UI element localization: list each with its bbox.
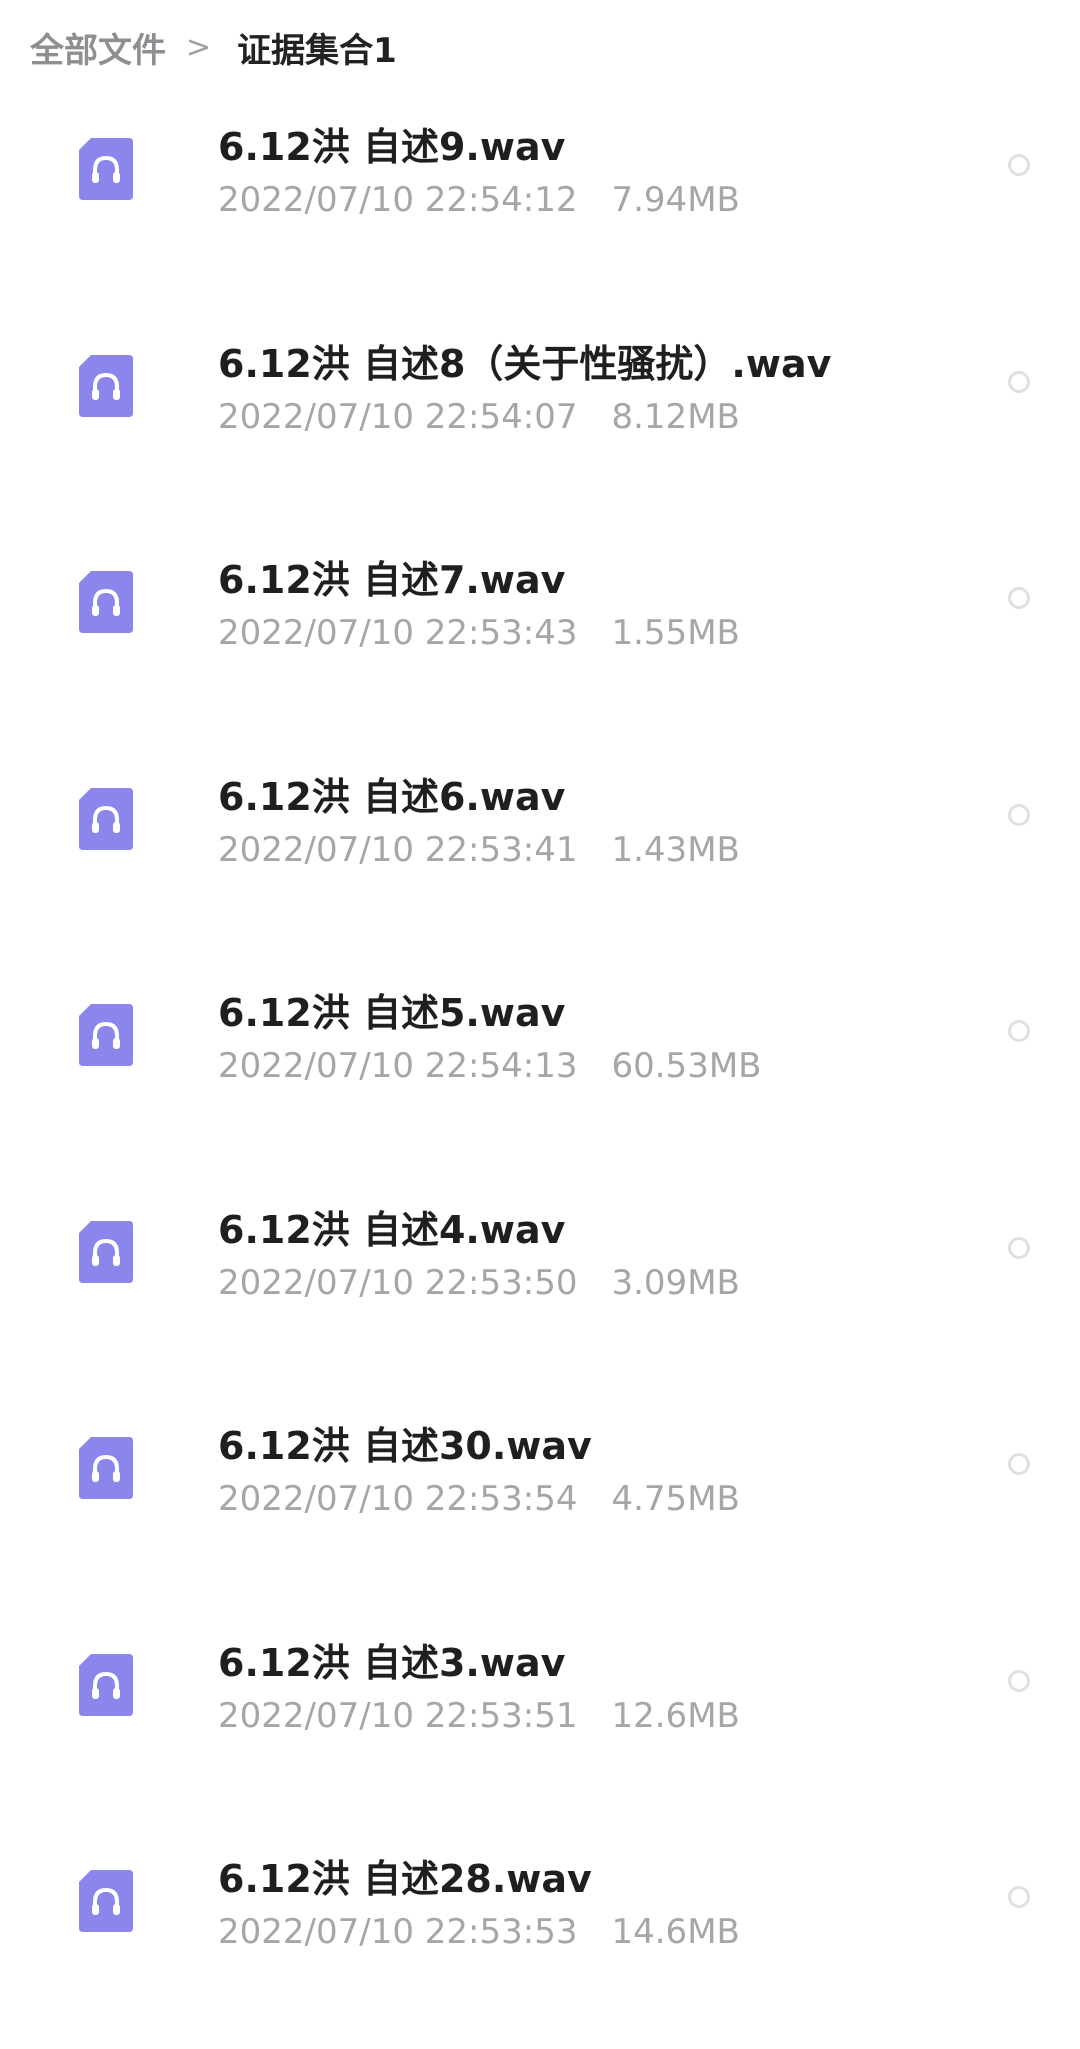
select-radio[interactable] — [1008, 370, 1030, 393]
file-name: 6.12洪 自述30.wav — [218, 1424, 592, 1468]
headphones-audio-file-icon — [77, 1435, 135, 1501]
file-size: 12.6MB — [611, 1695, 740, 1736]
headphones-audio-file-icon — [77, 353, 135, 419]
file-size: 1.43MB — [611, 829, 740, 870]
file-list: 6.12洪 自述9.wav 2022/07/10 22:54:12 7.94MB … — [0, 100, 1080, 2049]
file-meta: 2022/07/10 22:54:12 7.94MB — [218, 180, 740, 220]
file-row[interactable]: 6.12洪 自述30.wav 2022/07/10 22:53:54 4.75MB — [0, 1399, 1080, 1616]
select-radio[interactable] — [1008, 1020, 1030, 1042]
file-row[interactable]: 6.12洪 自述3.wav 2022/07/10 22:53:51 12.6MB — [0, 1616, 1080, 1833]
select-radio[interactable] — [1008, 1236, 1030, 1259]
headphones-audio-file-icon — [77, 786, 135, 852]
file-date: 2022/07/10 22:53:50 — [218, 1262, 578, 1303]
file-name: 6.12洪 自述8（关于性骚扰）.wav — [218, 341, 832, 386]
file-size: 8.12MB — [611, 396, 740, 437]
breadcrumb-root-link[interactable]: 全部文件 — [30, 23, 166, 72]
headphones-audio-file-icon — [77, 1868, 135, 1934]
file-meta: 2022/07/10 22:53:41 1.43MB — [218, 830, 740, 870]
breadcrumb-separator: > — [186, 29, 212, 65]
breadcrumb: 全部文件 > 证据集合1 — [30, 20, 397, 74]
file-meta: 2022/07/10 22:53:54 4.75MB — [218, 1479, 740, 1519]
file-name: 6.12洪 自述28.wav — [218, 1857, 592, 1901]
file-date: 2022/07/10 22:53:43 — [218, 613, 578, 653]
file-row[interactable]: 6.12洪 自述7.wav 2022/07/10 22:53:43 1.55MB — [0, 533, 1080, 750]
file-meta: 2022/07/10 22:53:43 1.55MB — [218, 613, 740, 653]
file-row[interactable]: 6.12洪 自述8（关于性骚扰）.wav 2022/07/10 22:54:07… — [0, 317, 1080, 534]
file-date: 2022/07/10 22:53:53 — [218, 1912, 578, 1952]
headphones-audio-file-icon — [77, 136, 135, 202]
select-radio[interactable] — [1008, 803, 1030, 826]
file-date: 2022/07/10 22:54:07 — [218, 396, 578, 437]
file-row[interactable]: 6.12洪 自述4.wav 2022/07/10 22:53:50 3.09MB — [0, 1183, 1080, 1400]
file-name: 6.12洪 自述7.wav — [218, 558, 566, 602]
file-meta: 2022/07/10 22:53:50 3.09MB — [218, 1263, 740, 1303]
file-size: 60.53MB — [611, 1046, 762, 1086]
file-date: 2022/07/10 22:54:13 — [218, 1046, 578, 1086]
file-date: 2022/07/10 22:53:54 — [218, 1479, 578, 1519]
file-size: 1.55MB — [611, 613, 740, 653]
select-radio[interactable] — [1008, 1669, 1030, 1692]
file-name: 6.12洪 自述3.wav — [218, 1640, 566, 1685]
file-name: 6.12洪 自述4.wav — [218, 1207, 566, 1252]
file-meta: 2022/07/10 22:54:13 60.53MB — [218, 1046, 761, 1086]
file-size: 4.75MB — [611, 1479, 740, 1519]
select-radio[interactable] — [1008, 1886, 1030, 1908]
headphones-audio-file-icon — [77, 569, 135, 635]
file-date: 2022/07/10 22:53:41 — [218, 829, 578, 870]
breadcrumb-current-folder: 证据集合1 — [237, 30, 397, 71]
file-meta: 2022/07/10 22:53:51 12.6MB — [218, 1696, 740, 1736]
file-name: 6.12洪 自述9.wav — [218, 125, 566, 169]
file-meta: 2022/07/10 22:54:07 8.12MB — [218, 397, 740, 437]
file-row[interactable]: 6.12洪 自述6.wav 2022/07/10 22:53:41 1.43MB — [0, 750, 1080, 967]
file-date: 2022/07/10 22:54:12 — [218, 180, 578, 220]
file-meta: 2022/07/10 22:53:53 14.6MB — [218, 1912, 740, 1952]
file-row[interactable]: 6.12洪 自述28.wav 2022/07/10 22:53:53 14.6MB — [0, 1832, 1080, 2049]
headphones-audio-file-icon — [77, 1652, 135, 1718]
headphones-audio-file-icon — [77, 1219, 135, 1285]
select-radio[interactable] — [1008, 154, 1030, 176]
file-name: 6.12洪 自述5.wav — [218, 991, 566, 1035]
file-row[interactable]: 6.12洪 自述9.wav 2022/07/10 22:54:12 7.94MB — [0, 100, 1080, 317]
file-size: 7.94MB — [611, 180, 740, 220]
headphones-audio-file-icon — [77, 1002, 135, 1068]
file-row[interactable]: 6.12洪 自述5.wav 2022/07/10 22:54:13 60.53MB — [0, 966, 1080, 1183]
file-name: 6.12洪 自述6.wav — [218, 774, 566, 819]
select-radio[interactable] — [1008, 587, 1030, 609]
file-date: 2022/07/10 22:53:51 — [218, 1695, 578, 1736]
file-size: 14.6MB — [611, 1912, 740, 1952]
select-radio[interactable] — [1008, 1453, 1030, 1475]
file-size: 3.09MB — [611, 1262, 740, 1303]
